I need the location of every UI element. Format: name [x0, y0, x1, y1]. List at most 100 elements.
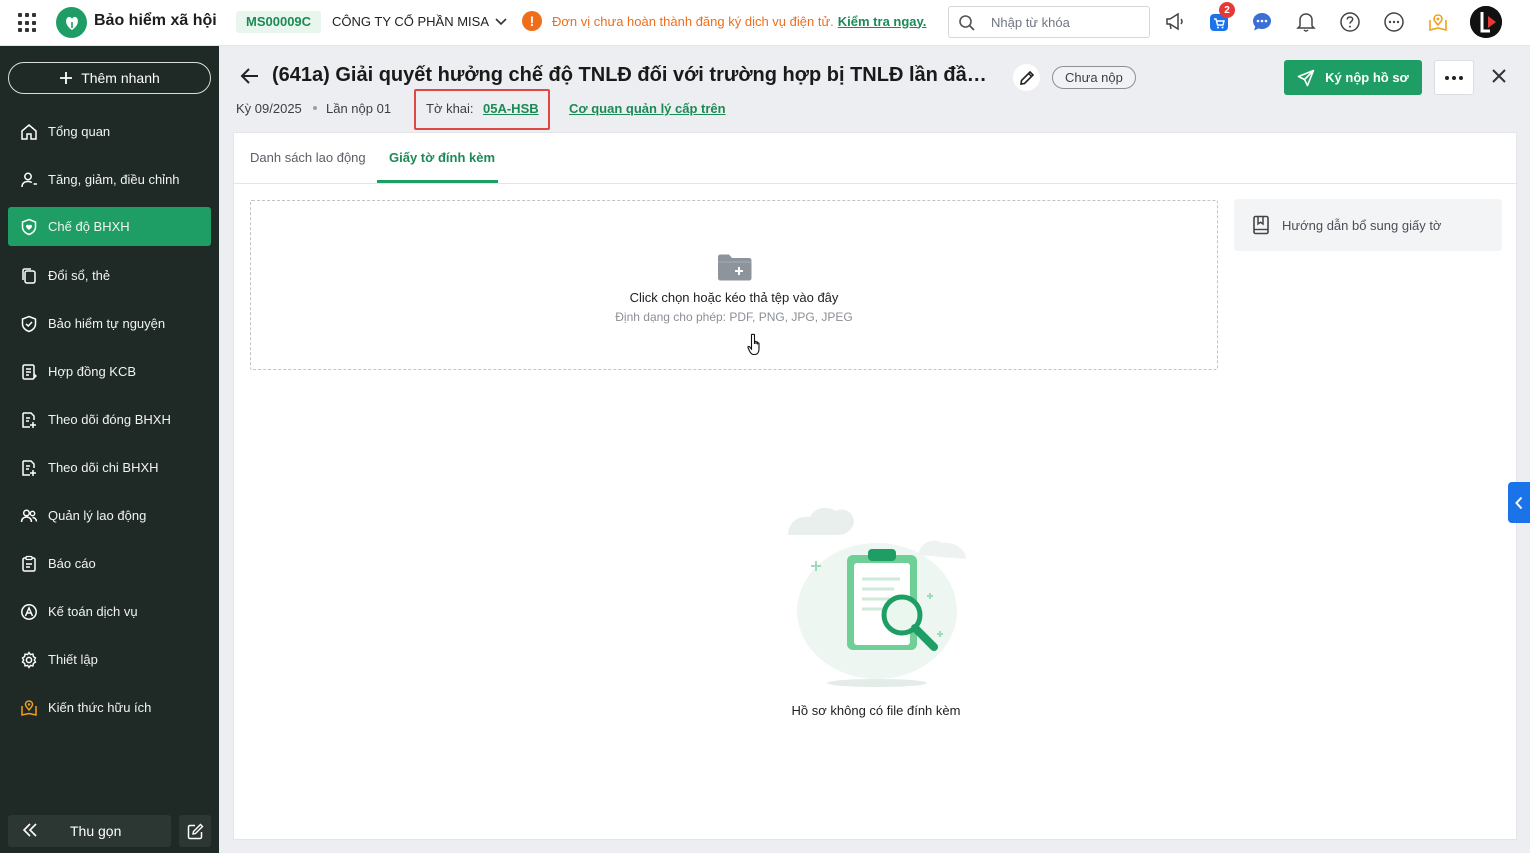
file-dropzone[interactable]: Click chọn hoặc kéo thả tệp vào đây Định… — [250, 200, 1218, 370]
company-selector[interactable]: CÔNG TY CỔ PHẦN MISA — [332, 14, 507, 29]
collapse-sidebar-button[interactable]: Thu gọn — [8, 815, 171, 847]
book-icon — [1253, 215, 1269, 235]
collapse-label: Thu gọn — [70, 823, 122, 839]
sidebar-item-overview[interactable]: Tổng quan — [8, 112, 211, 151]
apps-grid-icon[interactable] — [18, 13, 38, 33]
warning-text: Đơn vị chưa hoàn thành đăng ký dịch vụ đ… — [552, 13, 927, 29]
search-input[interactable]: Nhập từ khóa — [948, 6, 1150, 38]
user-avatar[interactable] — [1470, 6, 1502, 38]
contract-icon — [22, 363, 37, 380]
dropzone-main-text: Click chọn hoặc kéo thả tệp vào đây — [629, 290, 839, 305]
sidebar-item-label: Tổng quan — [48, 124, 111, 139]
close-icon[interactable] — [1490, 67, 1508, 85]
folder-add-icon — [718, 254, 752, 281]
form-label: Tờ khai: — [426, 101, 474, 116]
period-text: Kỳ 09/2025 — [236, 101, 302, 116]
page-title: (641a) Giải quyết hưởng chế độ TNLĐ đối … — [272, 64, 998, 86]
sidebar-item-report[interactable]: Báo cáo — [8, 544, 211, 583]
sidebar-item-card-exchange[interactable]: Đổi sổ, thẻ — [8, 256, 211, 295]
sidebar-item-label: Thiết lập — [48, 652, 98, 667]
doc-track-icon — [22, 459, 36, 476]
sidebar-item-label: Chế độ BHXH — [48, 219, 130, 234]
submit-label: Ký nộp hồ sơ — [1325, 70, 1409, 85]
edit-icon — [187, 823, 203, 839]
authority-link[interactable]: Cơ quan quản lý cấp trên — [569, 101, 726, 116]
help-icon[interactable] — [1338, 10, 1362, 34]
sidebar: Thêm nhanh Tổng quan Tăng, giảm, điều ch… — [0, 46, 219, 853]
chevron-down-icon — [495, 17, 507, 25]
edit-title-button[interactable] — [1013, 64, 1040, 91]
doc-track-icon — [22, 411, 36, 428]
more-options-button[interactable] — [1434, 60, 1474, 95]
sidebar-item-kcb-contract[interactable]: Hợp đồng KCB — [8, 352, 211, 391]
search-placeholder: Nhập từ khóa — [991, 15, 1070, 30]
knowledge-icon[interactable] — [1426, 10, 1450, 34]
sidebar-item-voluntary[interactable]: Bảo hiểm tự nguyện — [8, 304, 211, 343]
sign-submit-button[interactable]: Ký nộp hồ sơ — [1284, 60, 1422, 95]
sidebar-item-label: Đổi sổ, thẻ — [48, 268, 111, 283]
separator-dot — [313, 106, 317, 110]
cart-badge: 2 — [1219, 2, 1235, 18]
tax-code-badge: MS00009C — [236, 11, 322, 33]
sidebar-item-label: Báo cáo — [48, 556, 96, 571]
sidebar-item-accounting[interactable]: Kế toán dịch vụ — [8, 592, 211, 631]
sidebar-item-track-payment[interactable]: Theo dõi đóng BHXH — [8, 400, 211, 439]
bell-icon[interactable] — [1294, 10, 1318, 34]
sidebar-item-label: Hợp đồng KCB — [48, 364, 137, 379]
tab-attachments[interactable]: Giấy tờ đính kèm — [389, 150, 495, 165]
company-name: CÔNG TY CỔ PHẦN MISA — [332, 14, 489, 29]
search-icon — [959, 15, 975, 31]
sidebar-item-label: Quản lý lao động — [48, 508, 147, 523]
sidebar-item-knowledge[interactable]: Kiến thức hữu ích — [8, 688, 211, 727]
chevron-left-icon — [1515, 496, 1523, 509]
quick-add-button[interactable]: Thêm nhanh — [8, 62, 211, 94]
knowledge-icon — [21, 699, 37, 716]
sidebar-item-label: Bảo hiểm tự nguyện — [48, 316, 166, 331]
dropzone-format-text: Định dạng cho phép: PDF, PNG, JPG, JPEG — [615, 310, 853, 324]
sidebar-item-adjust[interactable]: Tăng, giảm, điều chỉnh — [8, 160, 211, 199]
quick-add-label: Thêm nhanh — [81, 70, 160, 86]
gear-icon — [21, 650, 37, 669]
empty-state-illustration — [788, 507, 966, 687]
empty-state-text: Hồ sơ không có file đính kèm — [791, 703, 961, 718]
cart-icon[interactable]: 2 — [1207, 2, 1235, 34]
back-arrow-icon[interactable] — [240, 67, 260, 85]
sidebar-item-settings[interactable]: Thiết lập — [8, 640, 211, 679]
pencil-icon — [1019, 70, 1034, 85]
chat-icon[interactable] — [1250, 10, 1274, 34]
sidebar-item-track-spending[interactable]: Theo dõi chi BHXH — [8, 448, 211, 487]
shield-heart-icon — [21, 218, 37, 235]
shield-icon — [21, 315, 37, 332]
status-badge: Chưa nộp — [1052, 66, 1136, 89]
sidebar-item-labor[interactable]: Quản lý lao động — [8, 496, 211, 535]
form-code-link[interactable]: 05A-HSB — [483, 101, 539, 116]
app-logo[interactable] — [56, 7, 87, 38]
side-panel-toggle[interactable] — [1508, 482, 1530, 523]
report-icon — [22, 555, 36, 572]
main-panel: Danh sách lao động Giấy tờ đính kèm Clic… — [233, 132, 1518, 840]
check-now-link[interactable]: Kiểm tra ngay. — [838, 14, 927, 29]
edit-menu-button[interactable] — [179, 815, 211, 847]
sidebar-item-label: Tăng, giảm, điều chỉnh — [48, 172, 180, 187]
service-warning: ! Đơn vị chưa hoàn thành đăng ký dịch vụ… — [522, 11, 926, 31]
submission-text: Lần nộp 01 — [326, 101, 392, 116]
tabs-divider — [234, 183, 1518, 184]
accounting-icon — [21, 603, 37, 620]
more-circle-icon[interactable] — [1382, 10, 1406, 34]
plus-icon — [60, 72, 73, 84]
megaphone-icon[interactable] — [1163, 10, 1187, 34]
tab-labor-list[interactable]: Danh sách lao động — [250, 150, 366, 165]
user-adjust-icon — [21, 172, 37, 187]
send-icon — [1297, 69, 1315, 86]
guide-label: Hướng dẫn bổ sung giấy tờ — [1282, 217, 1442, 233]
copy-card-icon — [22, 267, 36, 284]
users-icon — [20, 508, 38, 522]
app-title: Bảo hiểm xã hội — [94, 12, 217, 29]
hand-cursor-icon — [747, 333, 760, 356]
home-icon — [21, 123, 37, 140]
attachment-guide-button[interactable]: Hướng dẫn bổ sung giấy tờ — [1234, 199, 1502, 251]
double-chevron-left-icon — [22, 823, 37, 837]
top-bar: Bảo hiểm xã hội MS00009C CÔNG TY CỔ PHẦN… — [0, 0, 1530, 46]
warning-icon: ! — [522, 11, 542, 31]
sidebar-item-bhxh-regime[interactable]: Chế độ BHXH — [8, 207, 211, 246]
